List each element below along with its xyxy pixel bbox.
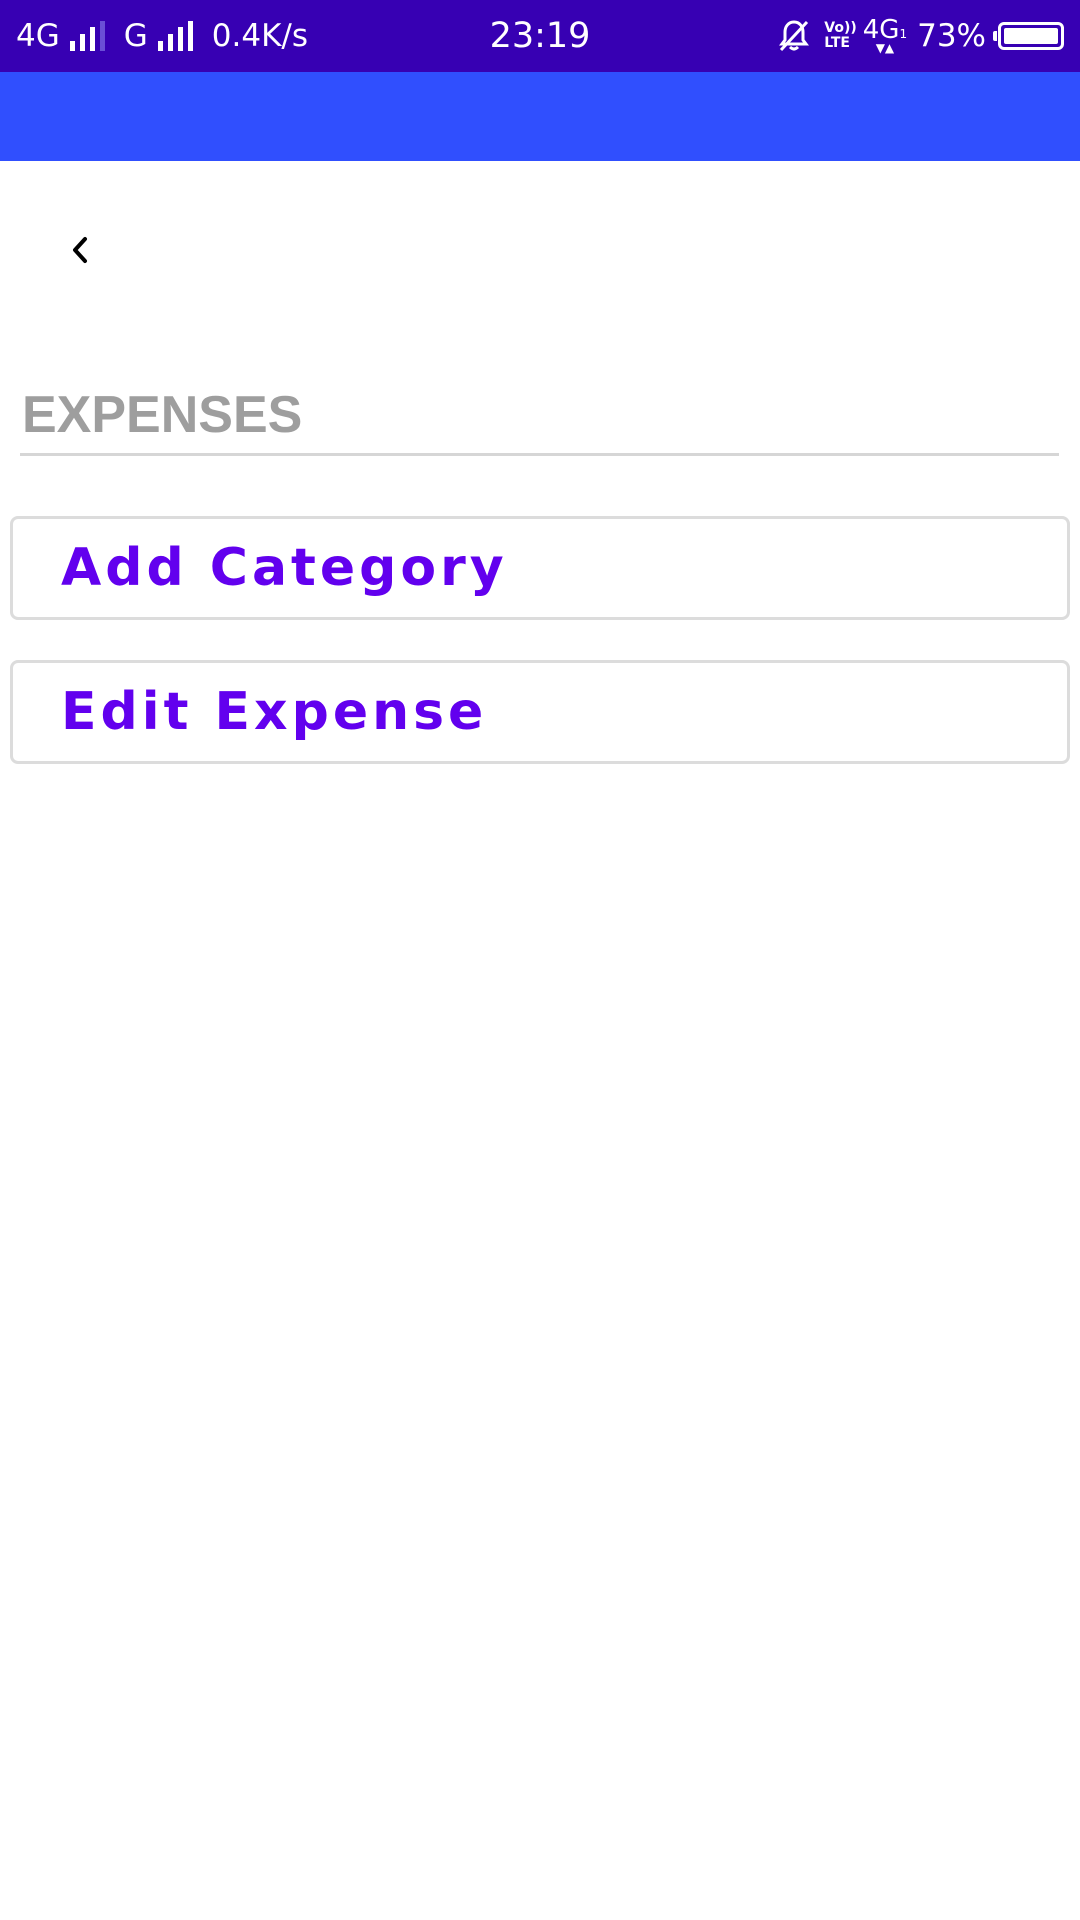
battery-percent: 73% [917, 18, 986, 54]
add-category-button[interactable]: Add Category [10, 516, 1070, 620]
status-right: Vo)) LTE 4G1 ▼▲ 73% [778, 0, 1064, 72]
back-button[interactable] [40, 210, 120, 290]
status-bar: 4G G 0.4K/s 23:19 Vo)) LTE 4G1 ▼▲ 73% [0, 0, 1080, 72]
add-category-label: Add Category [61, 538, 508, 598]
network-4g-icon: 4G1 ▼▲ [863, 17, 908, 55]
app-bar [0, 72, 1080, 161]
battery-icon [993, 22, 1064, 50]
edit-expense-button[interactable]: Edit Expense [10, 660, 1070, 764]
volte-icon: Vo)) LTE [824, 21, 856, 51]
mute-bell-icon [778, 19, 810, 53]
volte-bottom: LTE [824, 35, 850, 51]
edit-expense-label: Edit Expense [61, 682, 488, 742]
volte-top: Vo)) [824, 20, 857, 36]
chevron-left-icon [68, 234, 92, 266]
section-title: EXPENSES [22, 386, 303, 444]
network-label-3-sub: 1 [899, 27, 908, 41]
data-arrows-icon: ▼▲ [875, 41, 895, 55]
divider [20, 453, 1059, 456]
